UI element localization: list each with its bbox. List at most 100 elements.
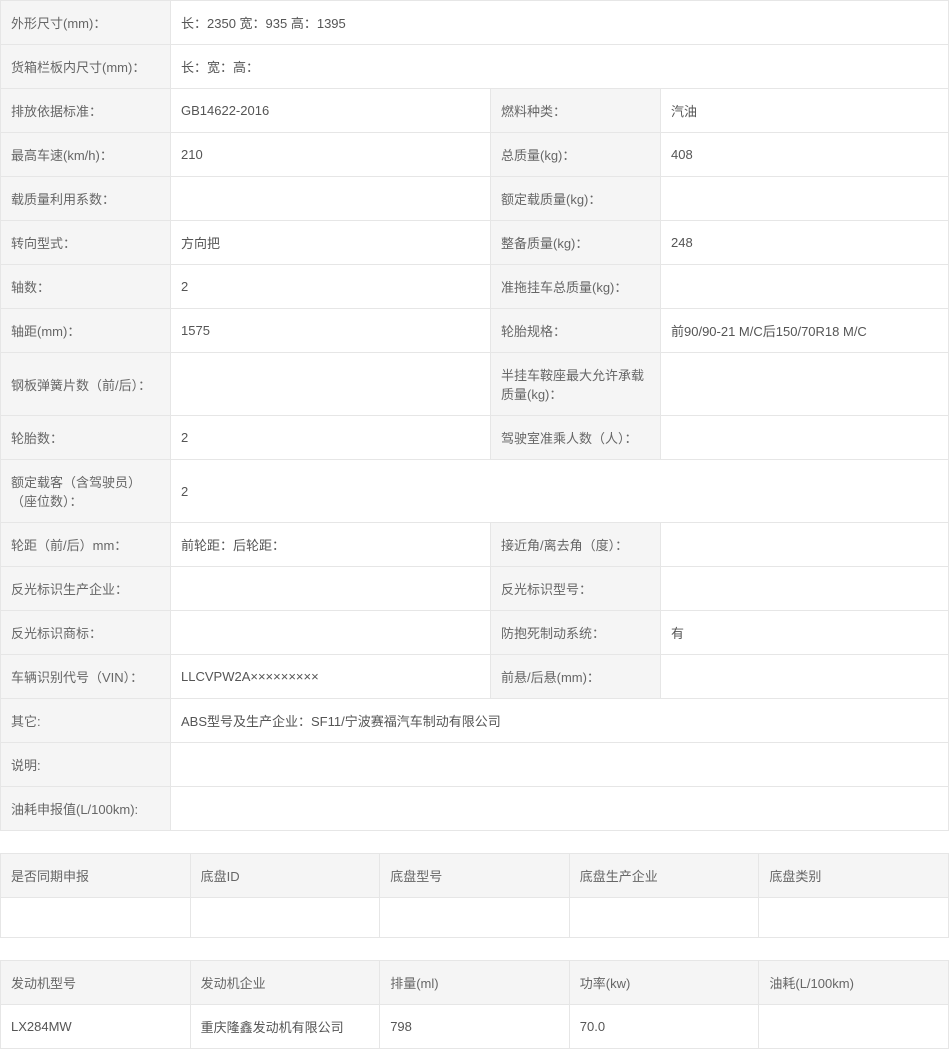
table-row: 轮距（前/后）mm： 前轮距：后轮距： 接近角/离去角（度）： [1,523,949,567]
engine-r1: 重庆隆鑫发动机有限公司 [190,1005,380,1049]
engine-data-row: LX284MW 重庆隆鑫发动机有限公司 798 70.0 [1,1005,949,1049]
fuel-label: 燃料种类： [491,89,661,133]
chassis-h3: 底盘生产企业 [569,854,759,898]
dim-value: 长：2350 宽：935 高：1395 [171,1,949,45]
ratedload-value [661,177,949,221]
tirenum-value: 2 [171,416,491,460]
maxspeed-value: 210 [171,133,491,177]
cabseats-label: 驾驶室准乘人数（人）： [491,416,661,460]
other-value: ABS型号及生产企业：SF11/宁波赛福汽车制动有限公司 [171,699,949,743]
engine-header-row: 发动机型号 发动机企业 排量(ml) 功率(kw) 油耗(L/100km) [1,961,949,1005]
trailermass-value [661,265,949,309]
table-row: 反光标识商标： 防抱死制动系统： 有 [1,611,949,655]
specs-table: 外形尺寸(mm)： 长：2350 宽：935 高：1395 货箱栏板内尺寸(mm… [0,0,949,831]
leafspring-label: 钢板弹簧片数（前/后）： [1,353,171,416]
engine-table: 发动机型号 发动机企业 排量(ml) 功率(kw) 油耗(L/100km) LX… [0,960,949,1049]
table-row: 车辆识别代号（VIN）： LLCVPW2A××××××××× 前悬/后悬(mm)… [1,655,949,699]
table-row: 说明: [1,743,949,787]
table-row: 额定载客（含驾驶员）（座位数）： 2 [1,460,949,523]
engine-r2: 798 [380,1005,570,1049]
loadfactor-label: 载质量利用系数： [1,177,171,221]
fuel-value: 汽油 [661,89,949,133]
engine-h0: 发动机型号 [1,961,191,1005]
chassis-table: 是否同期申报 底盘ID 底盘型号 底盘生产企业 底盘类别 [0,853,949,938]
passengers-label: 额定载客（含驾驶员）（座位数）： [1,460,171,523]
saddlemass-value [661,353,949,416]
engine-h2: 排量(ml) [380,961,570,1005]
vin-label: 车辆识别代号（VIN）： [1,655,171,699]
table-row: 排放依据标准： GB14622-2016 燃料种类： 汽油 [1,89,949,133]
engine-r4 [759,1005,949,1049]
table-row: 油耗申报值(L/100km): [1,787,949,831]
ratedload-label: 额定载质量(kg)： [491,177,661,221]
chassis-header-row: 是否同期申报 底盘ID 底盘型号 底盘生产企业 底盘类别 [1,854,949,898]
table-row: 外形尺寸(mm)： 长：2350 宽：935 高：1395 [1,1,949,45]
engine-h1: 发动机企业 [190,961,380,1005]
tirespec-value: 前90/90-21 M/C后150/70R18 M/C [661,309,949,353]
fuelcon-label: 油耗申报值(L/100km): [1,787,171,831]
cargo-label: 货箱栏板内尺寸(mm)： [1,45,171,89]
steer-value: 方向把 [171,221,491,265]
steer-label: 转向型式： [1,221,171,265]
table-row: 轴数： 2 准拖挂车总质量(kg)： [1,265,949,309]
chassis-r1 [190,898,380,938]
remark-label: 说明: [1,743,171,787]
chassis-h2: 底盘型号 [380,854,570,898]
leafspring-value [171,353,491,416]
curbmass-label: 整备质量(kg)： [491,221,661,265]
reflmark-value [171,611,491,655]
reflmodel-label: 反光标识型号： [491,567,661,611]
angle-value [661,523,949,567]
cabseats-value [661,416,949,460]
saddlemass-label: 半挂车鞍座最大允许承载质量(kg)： [491,353,661,416]
engine-r0: LX284MW [1,1005,191,1049]
reflmfr-label: 反光标识生产企业： [1,567,171,611]
reflmodel-value [661,567,949,611]
chassis-h4: 底盘类别 [759,854,949,898]
emission-label: 排放依据标准： [1,89,171,133]
remark-value [171,743,949,787]
table-row: 最高车速(km/h)： 210 总质量(kg)： 408 [1,133,949,177]
reflmfr-value [171,567,491,611]
abs-label: 防抱死制动系统： [491,611,661,655]
trailermass-label: 准拖挂车总质量(kg)： [491,265,661,309]
table-row: 货箱栏板内尺寸(mm)： 长：宽：高： [1,45,949,89]
emission-value: GB14622-2016 [171,89,491,133]
tirespec-label: 轮胎规格： [491,309,661,353]
table-row: 载质量利用系数： 额定载质量(kg)： [1,177,949,221]
overhang-label: 前悬/后悬(mm)： [491,655,661,699]
maxspeed-label: 最高车速(km/h)： [1,133,171,177]
engine-r3: 70.0 [569,1005,759,1049]
axlenum-label: 轴数： [1,265,171,309]
other-label: 其它: [1,699,171,743]
wheelbase-value: 1575 [171,309,491,353]
fuelcon-value [171,787,949,831]
chassis-data-row [1,898,949,938]
axlenum-value: 2 [171,265,491,309]
chassis-r0 [1,898,191,938]
vin-value: LLCVPW2A××××××××× [171,655,491,699]
reflmark-label: 反光标识商标： [1,611,171,655]
track-value: 前轮距：后轮距： [171,523,491,567]
chassis-r2 [380,898,570,938]
angle-label: 接近角/离去角（度）： [491,523,661,567]
table-row: 反光标识生产企业： 反光标识型号： [1,567,949,611]
chassis-r4 [759,898,949,938]
passengers-value: 2 [171,460,949,523]
dim-label: 外形尺寸(mm)： [1,1,171,45]
table-row: 其它: ABS型号及生产企业：SF11/宁波赛福汽车制动有限公司 [1,699,949,743]
tirenum-label: 轮胎数： [1,416,171,460]
engine-h4: 油耗(L/100km) [759,961,949,1005]
chassis-h1: 底盘ID [190,854,380,898]
totalmass-value: 408 [661,133,949,177]
table-row: 轴距(mm)： 1575 轮胎规格： 前90/90-21 M/C后150/70R… [1,309,949,353]
overhang-value [661,655,949,699]
cargo-value: 长：宽：高： [171,45,949,89]
table-row: 轮胎数： 2 驾驶室准乘人数（人）： [1,416,949,460]
track-label: 轮距（前/后）mm： [1,523,171,567]
chassis-r3 [569,898,759,938]
table-row: 钢板弹簧片数（前/后）： 半挂车鞍座最大允许承载质量(kg)： [1,353,949,416]
chassis-h0: 是否同期申报 [1,854,191,898]
engine-h3: 功率(kw) [569,961,759,1005]
wheelbase-label: 轴距(mm)： [1,309,171,353]
